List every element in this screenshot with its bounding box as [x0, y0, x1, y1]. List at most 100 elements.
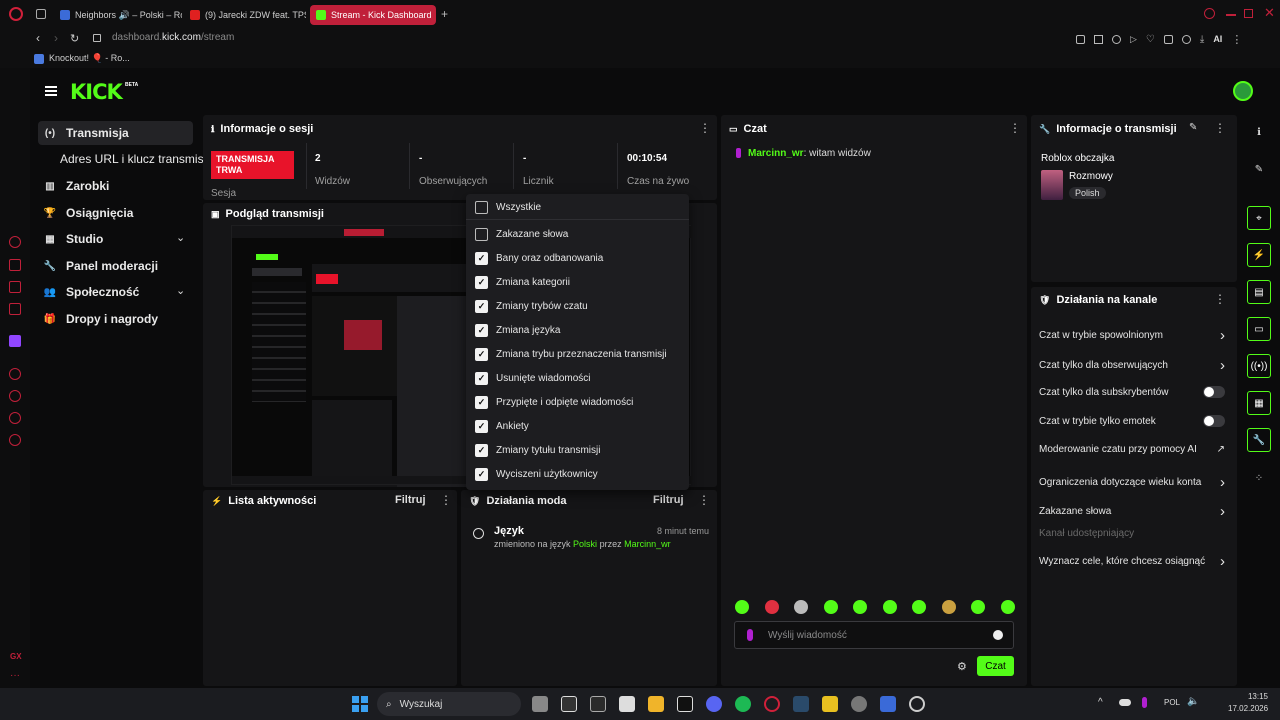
- emote-icon[interactable]: [853, 600, 868, 614]
- filter-option[interactable]: Wszystkie: [475, 201, 541, 214]
- checkbox[interactable]: [475, 201, 488, 214]
- file-explorer-icon[interactable]: [648, 696, 664, 712]
- chevron-right-icon[interactable]: ›: [1220, 357, 1225, 374]
- tab-youtube[interactable]: (9) Jarecki ZDW feat. TPS: [184, 5, 306, 25]
- nav-item-panel-moderacji[interactable]: 🔧 Panel moderacji: [38, 254, 193, 278]
- checkbox[interactable]: ✓: [475, 300, 488, 313]
- chat-bubble-icon[interactable]: ▭: [1247, 317, 1271, 341]
- gx-icon[interactable]: GX: [10, 652, 22, 661]
- emote-icon[interactable]: [971, 600, 986, 614]
- document-icon[interactable]: ▤: [1247, 280, 1271, 304]
- filter-option[interactable]: ✓ Zmiana trybu przeznaczenia transmisji: [475, 348, 667, 361]
- nav-item-stream-key[interactable]: Adres URL i klucz transmisji: [54, 147, 224, 171]
- chevron-down-icon[interactable]: ⌄: [176, 231, 185, 244]
- maximize-icon[interactable]: [1244, 9, 1253, 18]
- aria-ai-button[interactable]: AI: [1213, 34, 1222, 44]
- more-icon[interactable]: ···: [10, 670, 20, 681]
- toggle-switch[interactable]: [1203, 415, 1225, 427]
- filter-button[interactable]: Filtruj: [653, 494, 684, 506]
- emoji-icon[interactable]: [993, 630, 1003, 640]
- wrench-icon[interactable]: 🔧: [1247, 428, 1271, 452]
- close-icon[interactable]: ✕: [1264, 5, 1275, 21]
- url-field[interactable]: dashboard.kick.com/stream: [112, 32, 234, 43]
- extensions-icon[interactable]: [1163, 34, 1173, 44]
- more-options-icon[interactable]: ⋮: [440, 493, 452, 507]
- checkbox[interactable]: ✓: [475, 252, 488, 265]
- filter-option[interactable]: ✓ Zmiany trybów czatu: [475, 300, 588, 313]
- avatar[interactable]: [1233, 81, 1253, 101]
- forward-icon[interactable]: ›: [54, 31, 58, 45]
- language-indicator[interactable]: POL: [1164, 698, 1180, 707]
- emote-icon[interactable]: [735, 600, 749, 614]
- settings-icon[interactable]: [9, 434, 21, 446]
- chevron-down-icon[interactable]: ⌄: [176, 284, 185, 297]
- snapshot-icon[interactable]: [1094, 34, 1103, 44]
- focus-icon[interactable]: ⌖: [1247, 206, 1271, 230]
- volume-icon[interactable]: 🔈: [1187, 696, 1199, 707]
- filter-option[interactable]: ✓ Zmiany tytułu transmisji: [475, 444, 600, 457]
- emote-icon[interactable]: [764, 600, 779, 614]
- filter-option[interactable]: ✓ Zmiana kategorii: [475, 276, 570, 289]
- filter-option[interactable]: Zakazane słowa: [475, 228, 568, 241]
- emote-icon[interactable]: [882, 600, 897, 614]
- checkbox[interactable]: [475, 228, 488, 241]
- search-tabs-icon[interactable]: [1204, 8, 1215, 19]
- settings-icon[interactable]: [851, 696, 867, 712]
- checkbox[interactable]: ✓: [475, 324, 488, 337]
- app-icon[interactable]: [880, 696, 896, 712]
- sidebar-app-icon[interactable]: [9, 303, 21, 315]
- extensions-sidebar-icon[interactable]: [9, 412, 21, 424]
- filter-option[interactable]: ✓ Bany oraz odbanowania: [475, 252, 603, 265]
- channel-action-item[interactable]: Czat w trybie tylko emotek: [1039, 415, 1225, 427]
- windows-start-icon[interactable]: [352, 696, 368, 712]
- tiktok-icon[interactable]: [677, 696, 693, 712]
- app-icon[interactable]: [561, 696, 577, 712]
- checkbox[interactable]: ✓: [475, 276, 488, 289]
- nav-item-osiagniecia[interactable]: 🏆 Osiągnięcia: [38, 201, 193, 225]
- apps-icon[interactable]: ⁘: [1247, 466, 1271, 490]
- chevron-right-icon[interactable]: ›: [1220, 553, 1225, 570]
- play-icon[interactable]: ▷: [1130, 34, 1137, 45]
- taskbar-search[interactable]: ⌕ Wyszukaj: [377, 692, 521, 716]
- layout-icon[interactable]: ▦: [1247, 391, 1271, 415]
- channel-action-item[interactable]: Wyznacz cele, które chcesz osiągnąć ›: [1039, 553, 1225, 570]
- nav-item-transmisja[interactable]: (•) Transmisja: [38, 121, 193, 145]
- checkbox[interactable]: ✓: [475, 444, 488, 457]
- broadcast-icon[interactable]: ((•)): [1247, 354, 1271, 378]
- chat-send-button[interactable]: Czat: [977, 656, 1014, 676]
- filter-option[interactable]: ✓ Ankiety: [475, 420, 529, 433]
- mic-icon[interactable]: [1142, 697, 1147, 708]
- external-link-icon[interactable]: ↗: [1217, 444, 1225, 455]
- channel-action-item[interactable]: Zakazane słowa ›: [1039, 503, 1225, 520]
- filter-button[interactable]: Filtruj: [395, 494, 426, 506]
- channel-action-item[interactable]: Czat w trybie spowolnionym ›: [1039, 327, 1225, 344]
- bolt-icon[interactable]: ⚡: [1247, 243, 1271, 267]
- vpn-icon[interactable]: [1112, 34, 1121, 44]
- tab-kick-dashboard[interactable]: Stream - Kick Dashboard: [310, 5, 436, 25]
- more-options-icon[interactable]: ⋮: [698, 493, 710, 507]
- checkbox[interactable]: ✓: [475, 348, 488, 361]
- nav-item-zarobki[interactable]: ▥ Zarobki: [38, 174, 193, 198]
- pin-icon[interactable]: [1076, 34, 1085, 44]
- back-icon[interactable]: ‹: [36, 31, 40, 45]
- menu-dots-icon[interactable]: ⋮: [1231, 33, 1242, 46]
- emote-icon[interactable]: [794, 600, 809, 614]
- wallet-icon[interactable]: [1181, 34, 1191, 44]
- filter-option[interactable]: ✓ Usunięte wiadomości: [475, 372, 591, 385]
- nav-item-studio[interactable]: ▦ Studio: [38, 227, 193, 251]
- obs-icon[interactable]: [909, 696, 925, 712]
- app-icon[interactable]: [590, 696, 606, 712]
- chat-settings-icon[interactable]: ⚙: [957, 660, 967, 673]
- chevron-right-icon[interactable]: ›: [1220, 474, 1225, 491]
- chevron-right-icon[interactable]: ›: [1220, 503, 1225, 520]
- info-icon[interactable]: ℹ: [1247, 120, 1271, 144]
- spotify-icon[interactable]: [735, 696, 751, 712]
- steam-icon[interactable]: [793, 696, 809, 712]
- new-tab-icon[interactable]: +: [441, 7, 448, 21]
- sidebar-app-icon[interactable]: [9, 259, 21, 271]
- clock[interactable]: 13:15 17.02.2026: [1228, 692, 1268, 713]
- sidebar-app-icon[interactable]: [9, 236, 21, 248]
- checkbox[interactable]: ✓: [475, 396, 488, 409]
- checkbox[interactable]: ✓: [475, 420, 488, 433]
- filter-option[interactable]: ✓ Zmiana języka: [475, 324, 560, 337]
